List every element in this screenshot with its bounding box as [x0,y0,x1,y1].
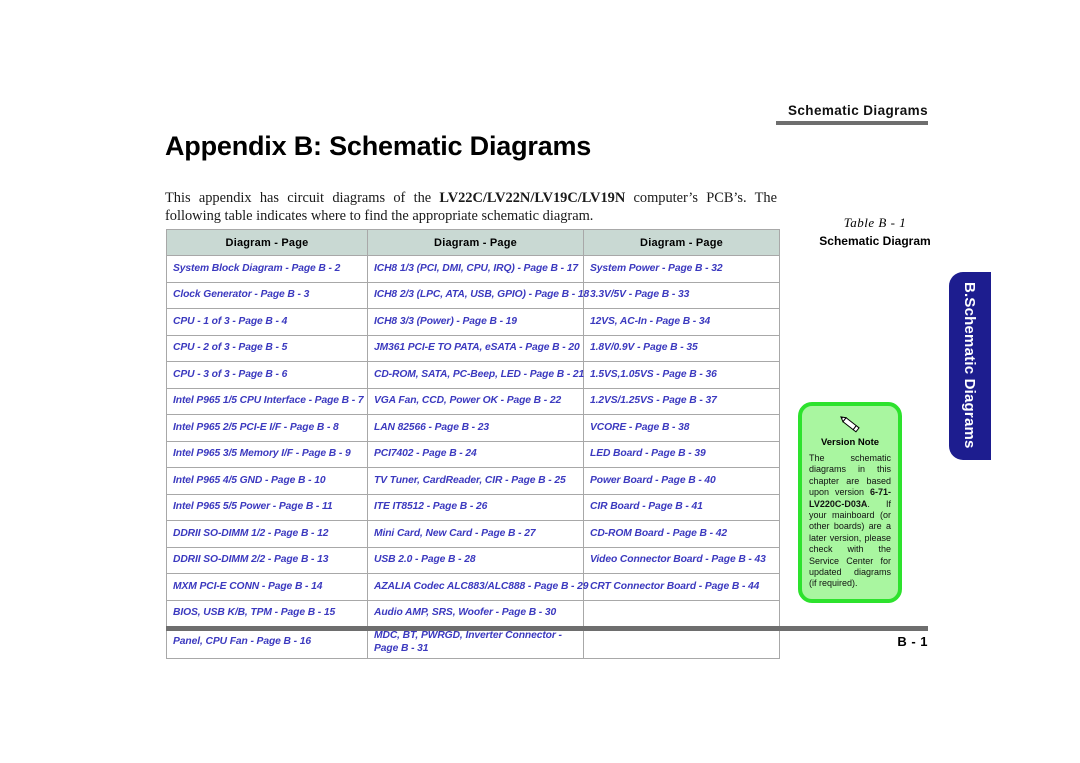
table-cell: ICH8 1/3 (PCI, DMI, CPU, IRQ) - Page B -… [367,255,584,283]
table-cell: 12VS, AC-In - Page B - 34 [583,308,780,336]
table-cell: 1.2VS/1.25VS - Page B - 37 [583,387,780,415]
table-cell: Intel P965 1/5 CPU Interface - Page B - … [166,387,368,415]
version-note-body: The schematic diagrams in this chapter a… [809,453,891,590]
table-cell: PCI7402 - Page B - 24 [367,440,584,468]
table-cell: VCORE - Page B - 38 [583,414,780,442]
table-cell: 3.3V/5V - Page B - 33 [583,281,780,309]
table-cell: 1.8V/0.9V - Page B - 35 [583,334,780,362]
table-cell: CIR Board - Page B - 41 [583,493,780,521]
table-cell: CPU - 1 of 3 - Page B - 4 [166,308,368,336]
table-cell: Clock Generator - Page B - 3 [166,281,368,309]
table-row: CPU - 1 of 3 - Page B - 4 ICH8 3/3 (Powe… [166,308,780,336]
table-cell: LAN 82566 - Page B - 23 [367,414,584,442]
intro-model-names: LV22C/LV22N/LV19C/LV19N [439,190,626,207]
running-header-rule [776,121,928,125]
table-cell: AZALIA Codec ALC883/ALC888 - Page B - 29 [367,573,588,601]
table-cell: CPU - 2 of 3 - Page B - 5 [166,334,368,362]
table-cell: ITE IT8512 - Page B - 26 [367,493,584,521]
table-caption-number: Table B - 1 [843,215,907,230]
table-cell: LED Board - Page B - 39 [583,440,780,468]
table-row: CPU - 3 of 3 - Page B - 6 CD-ROM, SATA, … [166,361,780,389]
table-cell: Mini Card, New Card - Page B - 27 [367,520,584,548]
table-cell: CPU - 3 of 3 - Page B - 6 [166,361,368,389]
table-row: DDRII SO-DIMM 2/2 - Page B - 13 USB 2.0 … [166,546,780,574]
column-header-2: Diagram - Page [367,229,584,256]
table-cell: Intel P965 3/5 Memory I/F - Page B - 9 [166,440,368,468]
table-cell: DDRII SO-DIMM 1/2 - Page B - 12 [166,520,368,548]
table-cell: CRT Connector Board - Page B - 44 [583,573,780,601]
table-row: CPU - 2 of 3 - Page B - 5 JM361 PCI-E TO… [166,334,780,362]
version-note-callout: Version Note The schematic diagrams in t… [798,402,902,603]
table-row: Panel, CPU Fan - Page B - 16 MDC, BT, PW… [166,626,780,659]
chapter-side-tab: B.Schematic Diagrams [949,272,991,460]
table-cell: System Power - Page B - 32 [583,255,780,283]
table-row: DDRII SO-DIMM 1/2 - Page B - 12 Mini Car… [166,520,780,548]
table-cell: Intel P965 4/5 GND - Page B - 10 [166,467,368,495]
table-cell [583,599,780,627]
chapter-side-tab-label: B.Schematic Diagrams [961,282,979,449]
table-cell: System Block Diagram - Page B - 2 [166,255,368,283]
table-cell [583,626,780,659]
table-cell: ICH8 3/3 (Power) - Page B - 19 [367,308,584,336]
table-row: BIOS, USB K/B, TPM - Page B - 15 Audio A… [166,599,780,627]
table-cell: Power Board - Page B - 40 [583,467,780,495]
table-cell: Panel, CPU Fan - Page B - 16 [166,626,368,659]
table-cell: DDRII SO-DIMM 2/2 - Page B - 13 [166,546,368,574]
table-header-row: Diagram - Page Diagram - Page Diagram - … [166,229,780,256]
table-cell: Audio AMP, SRS, Woofer - Page B - 30 [367,599,584,627]
table-row: Intel P965 5/5 Power - Page B - 11 ITE I… [166,493,780,521]
table-row: System Block Diagram - Page B - 2 ICH8 1… [166,255,780,283]
running-header-text: Schematic Diagrams [787,103,928,118]
page-title: Appendix B: Schematic Diagrams [165,131,592,161]
table-cell: MXM PCI-E CONN - Page B - 14 [166,573,368,601]
intro-paragraph: This appendix has circuit diagrams of th… [165,190,777,225]
table-row: Intel P965 2/5 PCI-E I/F - Page B - 8 LA… [166,414,780,442]
table-cell: USB 2.0 - Page B - 28 [367,546,584,574]
table-row: Intel P965 1/5 CPU Interface - Page B - … [166,387,780,415]
table-cell: VGA Fan, CCD, Power OK - Page B - 22 [367,387,584,415]
intro-text-before: This appendix has circuit diagrams of th… [165,190,440,207]
table-row: Intel P965 4/5 GND - Page B - 10 TV Tune… [166,467,780,495]
table-cell: BIOS, USB K/B, TPM - Page B - 15 [166,599,368,627]
table-cell: 1.5VS,1.05VS - Page B - 36 [583,361,780,389]
table-cell: ICH8 2/3 (LPC, ATA, USB, GPIO) - Page B … [367,281,589,309]
table-caption: Table B - 1 Schematic Diagram [795,215,955,248]
table-cell: JM361 PCI-E TO PATA, eSATA - Page B - 20 [367,334,584,362]
version-note-title: Version Note [820,437,880,448]
table-cell: TV Tuner, CardReader, CIR - Page B - 25 [367,467,584,495]
table-row: Intel P965 3/5 Memory I/F - Page B - 9 P… [166,440,780,468]
table-cell: Video Connector Board - Page B - 43 [583,546,780,574]
column-header-1: Diagram - Page [166,229,368,256]
table-row: Clock Generator - Page B - 3 ICH8 2/3 (L… [166,281,780,309]
table-caption-title: Schematic Diagram [819,234,931,248]
table-cell: Intel P965 5/5 Power - Page B - 11 [166,493,368,521]
table-row: MXM PCI-E CONN - Page B - 14 AZALIA Code… [166,573,780,601]
table-cell: Intel P965 2/5 PCI-E I/F - Page B - 8 [166,414,368,442]
table-cell: CD-ROM, SATA, PC-Beep, LED - Page B - 21 [367,361,584,389]
footer-page-number: B - 1 [897,634,928,649]
version-note-body-part2: . If your mainboard (or other boards) ar… [809,498,891,589]
running-header: Schematic Diagrams [776,103,928,125]
column-header-3: Diagram - Page [583,229,780,256]
table-cell: CD-ROM Board - Page B - 42 [583,520,780,548]
pencil-icon [840,416,860,433]
schematic-diagram-table: Diagram - Page Diagram - Page Diagram - … [166,229,780,659]
footer-rule [166,626,928,631]
table-cell: MDC, BT, PWRGD, Inverter Connector - Pag… [367,626,584,659]
